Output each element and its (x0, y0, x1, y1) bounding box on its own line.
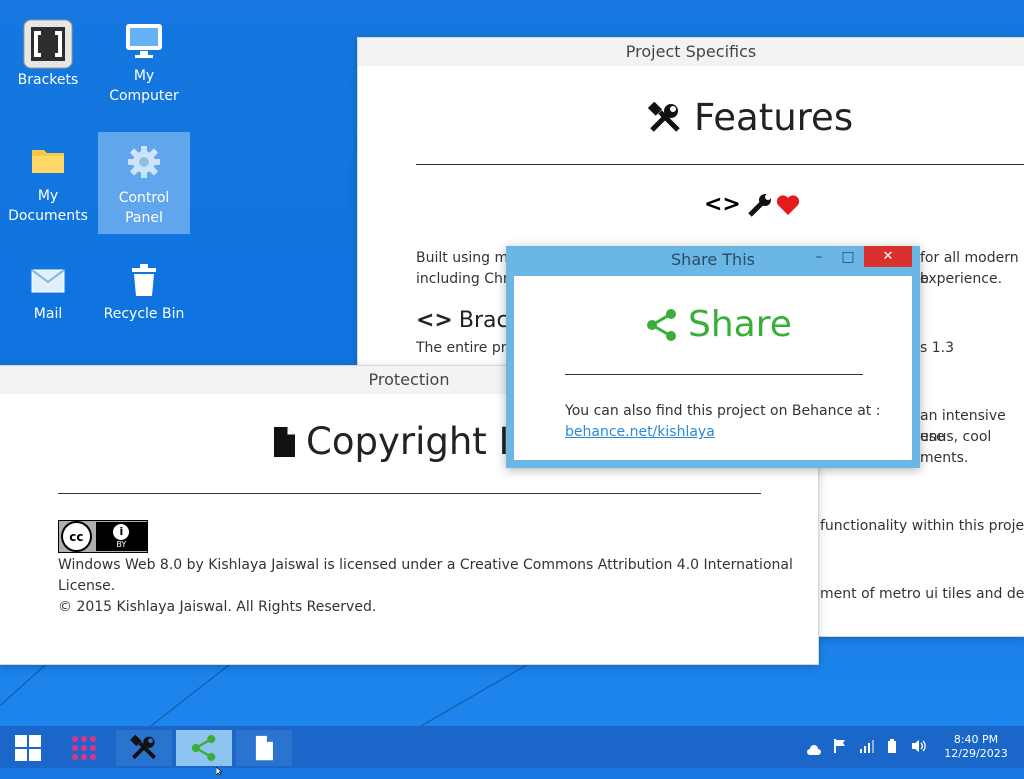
heading-divider (565, 374, 863, 375)
code-icon: <> (416, 308, 453, 333)
desktop-icon-brackets[interactable]: Brackets (2, 18, 94, 110)
intro-line-2: including Chro (416, 271, 517, 287)
dialog-content: Share You can also find this project on … (514, 276, 912, 460)
gear-icon (98, 136, 190, 188)
share-heading: Share (646, 304, 792, 345)
share-icon (191, 734, 217, 762)
start-button[interactable] (0, 730, 56, 766)
clock-time: 8:40 PM (953, 733, 999, 746)
intro-line-1: Built using mo (416, 250, 517, 266)
code-icon: <> (704, 192, 741, 217)
features-symbols: <> (704, 192, 801, 217)
minimize-button[interactable]: – (806, 247, 832, 267)
desktop-icon-label: Recycle Bin (103, 306, 185, 322)
functionality-text: functionality within this project (820, 518, 1024, 534)
heart-icon (775, 193, 801, 217)
maximize-button[interactable]: □ (835, 247, 861, 267)
wrench-icon (747, 193, 773, 217)
battery-icon[interactable] (888, 738, 896, 757)
apps-button[interactable] (56, 730, 112, 766)
tools-icon (130, 735, 158, 761)
monitor-icon (98, 14, 190, 66)
trash-icon (98, 258, 190, 304)
brackets-icon (2, 18, 94, 70)
cloud-icon[interactable] (806, 741, 822, 760)
taskbar-project-specifics[interactable] (116, 730, 172, 766)
desc-line-3: ments. (920, 450, 969, 466)
cc-license-badge[interactable]: cc i BY (58, 520, 148, 553)
signal-icon[interactable] (860, 738, 874, 757)
share-dialog[interactable]: Share This – □ ✕ Share You can also find… (506, 246, 920, 468)
attribution-icon: i (113, 524, 130, 540)
desktop-icon-my-documents[interactable]: My Documents (2, 134, 94, 226)
desktop-icon-label: Mail (33, 306, 63, 322)
window-title[interactable]: Project Specifics (358, 38, 1024, 66)
behance-link[interactable]: behance.net/kishlaya (565, 422, 715, 443)
license-text-line-2: License. (58, 578, 116, 594)
clock[interactable]: 8:40 PM 12/29/2023 (940, 733, 1012, 761)
desktop-icon-label: My Computer (109, 68, 179, 104)
heading-divider (416, 164, 1024, 165)
start-icon (15, 735, 41, 761)
close-button[interactable]: ✕ (864, 246, 912, 267)
behance-text: You can also find this project on Behanc… (565, 403, 881, 419)
apps-grid-icon (71, 735, 97, 761)
desc-line-2: enus, cool (920, 429, 992, 445)
desktop-icon-recycle-bin[interactable]: Recycle Bin (98, 258, 190, 328)
by-label: BY (116, 540, 127, 549)
mouse-cursor-icon (215, 760, 224, 779)
license-text-line-1: Windows Web 8.0 by Kishlaya Jaiswal is l… (58, 557, 793, 573)
features-heading: Features (648, 96, 853, 139)
document-icon (272, 426, 296, 458)
folder-icon (2, 134, 94, 186)
desktop-icon-label: My Documents (8, 188, 88, 224)
taskbar: 8:40 PM 12/29/2023 (0, 726, 1024, 768)
copyright-heading: Copyright In (272, 420, 533, 463)
desktop-icon-mail[interactable]: Mail (2, 258, 94, 328)
desktop-icon-my-computer[interactable]: My Computer (98, 14, 190, 106)
metro-text: ment of metro ui tiles and deskt (820, 586, 1024, 602)
volume-icon[interactable] (912, 738, 926, 757)
entire-project-text: The entire pro (416, 340, 515, 356)
desktop-icon-control-panel[interactable]: Control Panel (98, 132, 190, 234)
intro-right-2: experience. (920, 271, 1003, 287)
share-icon (646, 308, 678, 342)
desktop-icon-label: Control Panel (118, 190, 170, 226)
document-icon (254, 735, 274, 761)
version-text: s 1.3 (920, 340, 955, 356)
desktop-icon-label: Brackets (17, 72, 79, 88)
tools-icon (648, 101, 682, 134)
attribution-area: i BY (95, 522, 147, 551)
copyright-text: © 2015 Kishlaya Jaiswal. All Rights Rese… (58, 599, 377, 615)
mail-icon (2, 258, 94, 304)
flag-icon[interactable] (834, 738, 846, 757)
taskbar-protection[interactable] (236, 730, 292, 766)
cc-icon: cc (61, 521, 92, 552)
heading-divider (58, 493, 761, 494)
clock-date: 12/29/2023 (944, 747, 1008, 760)
